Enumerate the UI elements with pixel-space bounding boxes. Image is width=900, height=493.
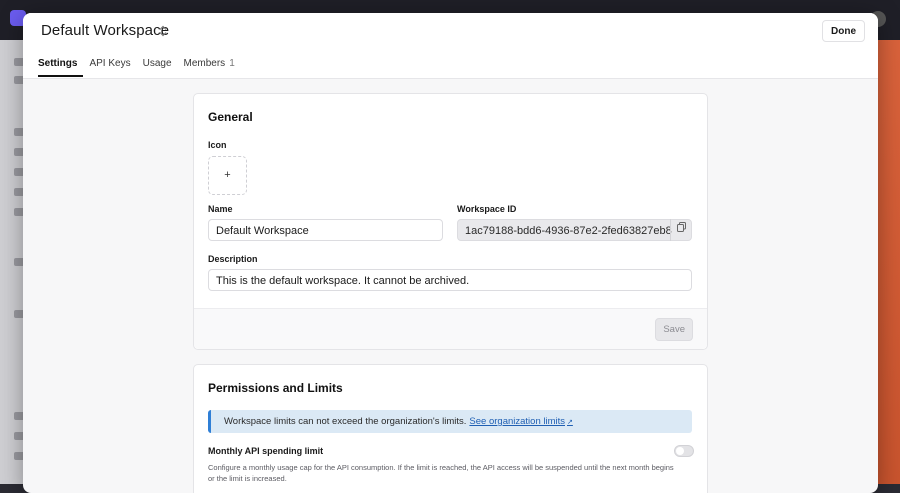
general-section-title: General xyxy=(208,110,253,124)
spending-limit-toggle[interactable] xyxy=(674,445,694,457)
general-settings-card: General Icon + Name Default Workspace Wo… xyxy=(193,93,708,350)
tab-label: API Keys xyxy=(89,58,131,69)
workspace-title: Default Workspace xyxy=(41,22,170,39)
tab-label: Members xyxy=(183,58,226,69)
description-label: Description xyxy=(208,254,258,264)
members-count-badge: 1 xyxy=(229,58,235,69)
chevron-up-down-icon[interactable] xyxy=(157,25,169,39)
spending-limit-description: Configure a monthly usage cap for the AP… xyxy=(208,463,674,483)
tab-label: Usage xyxy=(142,58,172,69)
tab-members[interactable]: Members 1 xyxy=(184,58,241,76)
tab-usage[interactable]: Usage xyxy=(143,58,178,76)
permissions-card: Permissions and Limits Workspace limits … xyxy=(193,364,708,493)
tab-bar: Settings API Keys Usage Members 1 xyxy=(38,58,247,77)
name-label: Name xyxy=(208,204,233,214)
link-label: See organization limits xyxy=(469,416,565,427)
external-link-icon: ↗ xyxy=(567,419,573,426)
workspace-id-label: Workspace ID xyxy=(457,204,517,214)
done-button[interactable]: Done xyxy=(822,20,865,42)
card-footer: Save xyxy=(194,309,707,349)
tab-api-keys[interactable]: API Keys xyxy=(89,58,136,76)
plus-icon: + xyxy=(224,169,231,181)
tab-label: Settings xyxy=(38,58,78,69)
toggle-knob xyxy=(676,447,684,455)
permissions-section-title: Permissions and Limits xyxy=(208,381,343,395)
workspace-settings-modal: Default Workspace Done Settings API Keys… xyxy=(23,13,878,493)
description-input[interactable]: This is the default workspace. It cannot… xyxy=(208,269,692,291)
modal-header: Default Workspace Done Settings API Keys… xyxy=(23,13,878,79)
notice-text: Workspace limits can not exceed the orga… xyxy=(224,416,467,427)
copy-icon[interactable] xyxy=(670,219,692,241)
tab-settings[interactable]: Settings xyxy=(38,58,84,77)
workspace-id-field: 1ac79188-bdd6-4936-87e2-2fed63827eb8 xyxy=(457,219,692,241)
name-input[interactable]: Default Workspace xyxy=(208,219,443,241)
limits-notice: Workspace limits can not exceed the orga… xyxy=(208,410,692,433)
organization-limits-link[interactable]: See organization limits ↗ xyxy=(469,416,572,427)
icon-label: Icon xyxy=(208,140,227,150)
save-button[interactable]: Save xyxy=(655,318,693,341)
icon-upload-button[interactable]: + xyxy=(208,156,247,195)
spending-limit-label: Monthly API spending limit xyxy=(208,446,324,456)
